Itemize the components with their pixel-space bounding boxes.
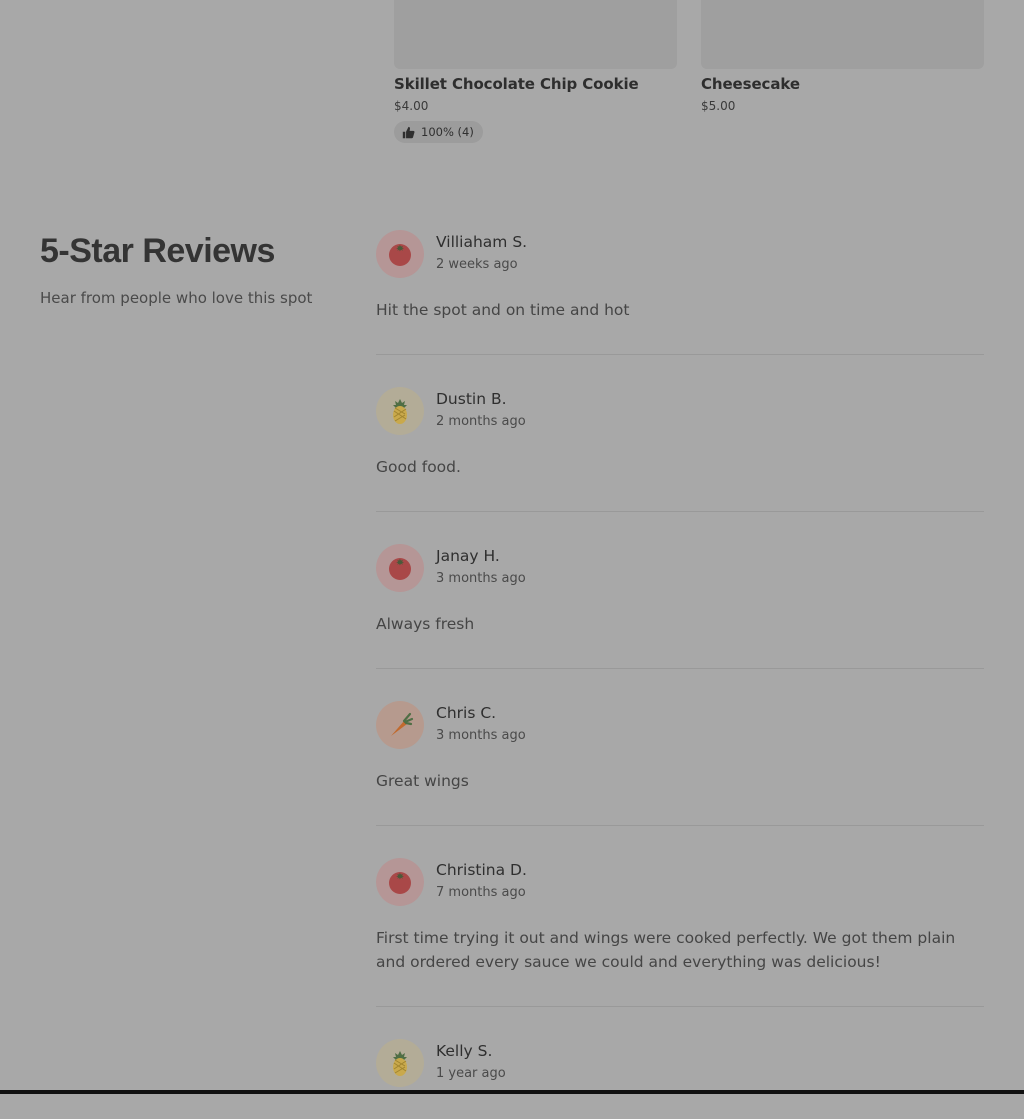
avatar [376, 230, 424, 278]
menu-item-price: $5.00 [701, 99, 736, 113]
review-item: Villiaham S. 2 weeks ago Hit the spot an… [376, 230, 984, 355]
menu-item-card[interactable]: Cheesecake $5.00 [701, 0, 984, 113]
rating-value: 100% (4) [421, 125, 474, 139]
review-text: Hit the spot and on time and hot [376, 301, 630, 319]
avatar [376, 387, 424, 435]
review-date: 7 months ago [436, 885, 526, 900]
reviews-list: Villiaham S. 2 weeks ago Hit the spot an… [376, 230, 984, 1119]
menu-item-price: $4.00 [394, 99, 429, 113]
review-date: 2 months ago [436, 414, 526, 429]
review-item: Dustin B. 2 months ago Good food. [376, 387, 984, 512]
review-item: Chris C. 3 months ago Great wings [376, 701, 984, 826]
avatar [376, 858, 424, 906]
menu-item-card[interactable]: Skillet Chocolate Chip Cookie $4.00 100%… [394, 0, 677, 143]
reviewer-name: Christina D. [436, 861, 527, 879]
tomato-icon [389, 558, 411, 580]
tomato-icon [389, 244, 411, 266]
avatar [376, 701, 424, 749]
review-item: Christina D. 7 months ago First time try… [376, 858, 984, 1007]
tomato-icon [389, 872, 411, 894]
review-text: Good food. [376, 458, 461, 476]
review-date: 1 year ago [436, 1066, 506, 1081]
reviewer-name: Chris C. [436, 704, 497, 722]
bottom-edge-bar [0, 1090, 1024, 1094]
menu-item-name: Cheesecake [701, 75, 800, 93]
pineapple-icon [393, 1051, 407, 1076]
review-text: Great wings [376, 772, 469, 790]
avatar [376, 1039, 424, 1087]
carrot-icon [391, 712, 414, 736]
reviewer-name: Kelly S. [436, 1042, 493, 1060]
menu-item-image [701, 0, 984, 69]
thumbs-up-icon [402, 126, 415, 138]
reviewer-name: Janay H. [436, 547, 500, 565]
reviewer-name: Villiaham S. [436, 233, 528, 251]
review-text: First time trying it out and wings were … [376, 929, 956, 971]
review-date: 3 months ago [436, 728, 526, 743]
rating-badge: 100% (4) [394, 121, 483, 143]
section-subtitle: Hear from people who love this spot [40, 289, 313, 307]
review-item: Janay H. 3 months ago Always fresh [376, 544, 984, 669]
review-date: 3 months ago [436, 571, 526, 586]
review-item: Kelly S. 1 year ago [376, 1039, 984, 1087]
reviewer-name: Dustin B. [436, 390, 507, 408]
section-title: 5-Star Reviews [40, 232, 275, 270]
pineapple-icon [393, 399, 407, 424]
review-text: Always fresh [376, 615, 475, 633]
review-date: 2 weeks ago [436, 257, 518, 272]
menu-item-name: Skillet Chocolate Chip Cookie [394, 75, 639, 93]
avatar [376, 544, 424, 592]
menu-item-image [394, 0, 677, 69]
